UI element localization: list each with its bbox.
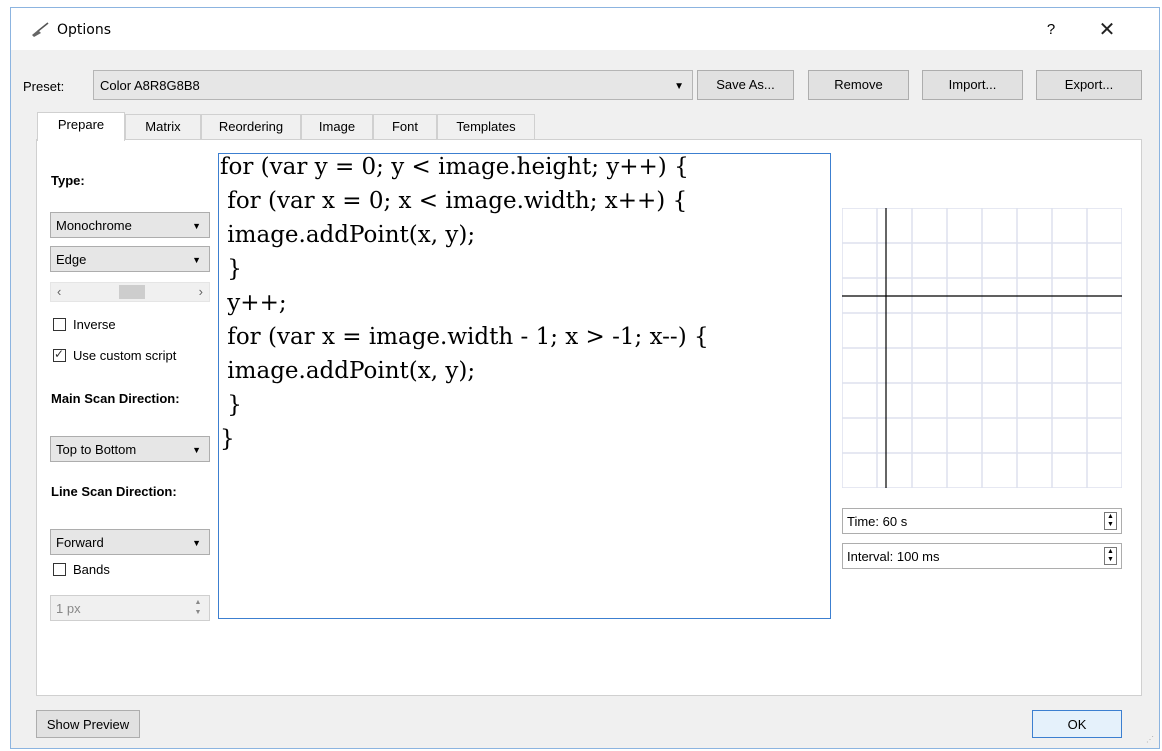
type-label: Type: bbox=[51, 173, 85, 188]
bands-checkbox[interactable] bbox=[53, 563, 66, 576]
inverse-checkbox[interactable] bbox=[53, 318, 66, 331]
code-line: } bbox=[220, 426, 235, 452]
chevron-down-icon: ▼ bbox=[192, 538, 201, 548]
bands-label: Bands bbox=[73, 562, 110, 577]
code-line: for (var y = 0; y < image.height; y++) { bbox=[220, 154, 689, 180]
line-scan-select[interactable]: Forward ▼ bbox=[50, 529, 210, 555]
preset-select[interactable]: Color A8R8G8B8 ▼ bbox=[93, 70, 693, 100]
inverse-label: Inverse bbox=[73, 317, 116, 332]
type-value: Monochrome bbox=[56, 218, 132, 233]
help-button[interactable]: ? bbox=[1036, 16, 1066, 44]
chevron-down-icon: ▼ bbox=[192, 255, 201, 265]
remove-button[interactable]: Remove bbox=[808, 70, 909, 100]
mode-value: Edge bbox=[56, 252, 87, 267]
mode-select[interactable]: Edge ▼ bbox=[50, 246, 210, 272]
tab-matrix[interactable]: Matrix bbox=[125, 114, 201, 140]
scroll-left-icon[interactable]: ‹ bbox=[57, 284, 61, 299]
code-line: } bbox=[220, 392, 242, 418]
script-editor[interactable]: for (var y = 0; y < image.height; y++) {… bbox=[218, 153, 831, 619]
title-bar[interactable]: Options ? ✕ bbox=[11, 8, 1159, 50]
preset-label: Preset: bbox=[23, 79, 65, 94]
resize-grip-icon[interactable]: ⋰ bbox=[1146, 735, 1156, 745]
chevron-down-icon: ▼ bbox=[192, 445, 201, 455]
band-width-spinbox[interactable]: 1 px ▲ ▼ bbox=[50, 595, 210, 621]
import-button[interactable]: Import... bbox=[922, 70, 1023, 100]
time-spinbox[interactable]: Time: 60 s ▲ ▼ bbox=[842, 508, 1122, 534]
edge-level-scrollbar[interactable]: ‹ › bbox=[50, 282, 210, 302]
tab-reordering[interactable]: Reordering bbox=[201, 114, 301, 140]
window-title: Options bbox=[57, 22, 112, 38]
spin-arrows-icon[interactable]: ▲ ▼ bbox=[1104, 512, 1117, 530]
prepare-panel: Type: Monochrome ▼ Edge ▼ ‹ › Inverse Us… bbox=[36, 139, 1142, 696]
chevron-down-icon: ▼ bbox=[192, 221, 201, 231]
main-scan-select[interactable]: Top to Bottom ▼ bbox=[50, 436, 210, 462]
custom-script-label: Use custom script bbox=[73, 348, 177, 363]
code-line: image.addPoint(x, y); bbox=[220, 358, 476, 384]
tab-prepare[interactable]: Prepare bbox=[37, 112, 125, 141]
code-line: image.addPoint(x, y); bbox=[220, 222, 476, 248]
spin-arrows-icon[interactable]: ▲ ▼ bbox=[192, 598, 204, 618]
tab-font[interactable]: Font bbox=[373, 114, 437, 140]
scan-preview-grid bbox=[842, 208, 1122, 488]
time-value: Time: 60 s bbox=[847, 514, 908, 529]
preset-value: Color A8R8G8B8 bbox=[100, 78, 200, 93]
code-line: for (var x = image.width - 1; x > -1; x-… bbox=[220, 324, 709, 350]
spin-arrows-icon[interactable]: ▲ ▼ bbox=[1104, 547, 1117, 565]
options-window: Options ? ✕ Preset: Color A8R8G8B8 ▼ Sav… bbox=[10, 7, 1160, 749]
main-scan-label: Main Scan Direction: bbox=[51, 391, 180, 406]
code-line: } bbox=[220, 256, 242, 282]
band-width-value: 1 px bbox=[56, 601, 81, 616]
tab-templates[interactable]: Templates bbox=[437, 114, 535, 140]
scroll-thumb[interactable] bbox=[119, 285, 145, 299]
ok-button[interactable]: OK bbox=[1032, 710, 1122, 738]
export-button[interactable]: Export... bbox=[1036, 70, 1142, 100]
chevron-down-icon: ▼ bbox=[674, 81, 684, 92]
interval-value: Interval: 100 ms bbox=[847, 549, 940, 564]
code-line: y++; bbox=[220, 290, 287, 316]
tab-image[interactable]: Image bbox=[301, 114, 373, 140]
scroll-right-icon[interactable]: › bbox=[199, 284, 203, 299]
close-button[interactable]: ✕ bbox=[1085, 16, 1129, 44]
line-scan-value: Forward bbox=[56, 535, 104, 550]
save-as-button[interactable]: Save As... bbox=[697, 70, 794, 100]
interval-spinbox[interactable]: Interval: 100 ms ▲ ▼ bbox=[842, 543, 1122, 569]
code-line: for (var x = 0; x < image.width; x++) { bbox=[220, 188, 688, 214]
show-preview-button[interactable]: Show Preview bbox=[36, 710, 140, 738]
custom-script-checkbox[interactable] bbox=[53, 347, 66, 362]
broom-icon bbox=[32, 22, 49, 37]
type-select[interactable]: Monochrome ▼ bbox=[50, 212, 210, 238]
line-scan-label: Line Scan Direction: bbox=[51, 484, 177, 499]
main-scan-value: Top to Bottom bbox=[56, 442, 137, 457]
